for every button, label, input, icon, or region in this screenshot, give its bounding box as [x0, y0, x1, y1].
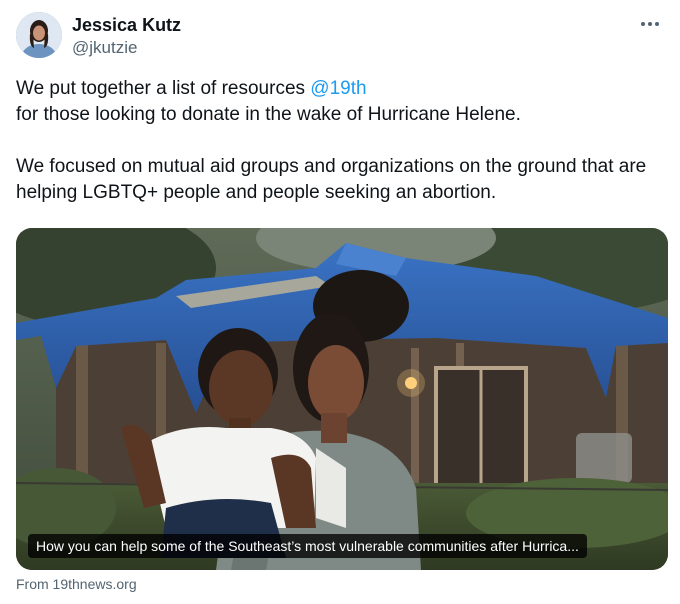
- tweet-text: We put together a list of resources @19t…: [16, 76, 666, 206]
- link-card-source[interactable]: From 19thnews.org: [16, 575, 137, 593]
- hurricane-photo: [16, 228, 668, 570]
- tweet-paragraph-2: We focused on mutual aid groups and orga…: [16, 156, 647, 203]
- link-card-caption: How you can help some of the Southeast’s…: [28, 534, 587, 558]
- more-options-button[interactable]: [638, 12, 662, 36]
- user-avatar-icon: [16, 12, 62, 58]
- author-display-name[interactable]: Jessica Kutz: [72, 14, 181, 36]
- tweet-line-1-text: We put together a list of resources: [16, 78, 311, 99]
- link-card-image[interactable]: How you can help some of the Southeast’s…: [16, 228, 668, 570]
- tweet: Jessica Kutz @jkutzie We put together a …: [0, 0, 680, 604]
- mention-link[interactable]: @19th: [310, 78, 366, 99]
- more-options-icon: [641, 22, 659, 26]
- avatar[interactable]: [16, 12, 62, 58]
- tweet-line-2: for those looking to donate in the wake …: [16, 104, 521, 125]
- author-handle[interactable]: @jkutzie: [72, 38, 137, 58]
- tweet-line-1: We put together a list of resources @19t…: [16, 76, 666, 102]
